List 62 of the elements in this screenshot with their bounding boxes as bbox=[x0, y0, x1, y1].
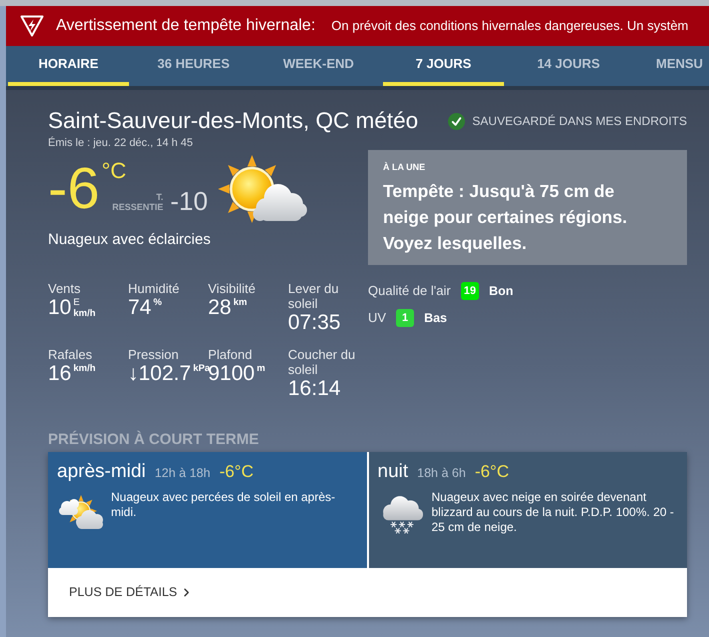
stat-label: Pression bbox=[128, 347, 180, 362]
temperature-unit: °C bbox=[102, 160, 126, 182]
index-rating: Bas bbox=[424, 310, 447, 327]
wind-direction: E bbox=[73, 298, 81, 308]
alert-message: On prévoit des conditions hivernales dangereuses. Un systèm bbox=[331, 17, 688, 36]
issued-date: Émis le : jeu. 22 déc., 14 h 45 bbox=[48, 137, 194, 150]
tab[interactable]: WEEK-END bbox=[258, 46, 379, 86]
stat-unit: % bbox=[153, 298, 162, 308]
period-time: 18h à 6h bbox=[417, 465, 466, 482]
index-label: UV bbox=[368, 309, 386, 328]
tab[interactable]: HORAIRE bbox=[8, 46, 129, 86]
tab[interactable]: 36 HEURES bbox=[133, 46, 254, 86]
index-badge: 1 bbox=[396, 309, 414, 327]
stat-label: Humidité bbox=[128, 281, 180, 296]
period-description: Nuageux avec neige en soirée devenant blizzard au cours de la nuit. P.D.P. 100%. 20 - 25 cm de neige. bbox=[432, 490, 675, 534]
index-rating: Bon bbox=[488, 282, 514, 300]
stat-unit: km bbox=[233, 298, 248, 308]
stat-unit: km/h bbox=[73, 308, 96, 319]
stat-value: 10 bbox=[48, 296, 72, 320]
tab[interactable]: MENSU bbox=[633, 46, 707, 86]
location-title: Saint-Sauveur-des-Monts, QC météo bbox=[48, 107, 418, 136]
tab[interactable]: 7 JOURS bbox=[383, 46, 504, 86]
stat-value: 9100 bbox=[208, 362, 255, 386]
stat-value: 74 bbox=[128, 296, 152, 320]
featured-card[interactable]: À LA UNE Tempête : Jusqu'à 75 cm de neige pour certaines régions. Voyez lesquelles. bbox=[368, 150, 687, 265]
alert-title: Avertissement de tempête hivernale: bbox=[56, 16, 316, 36]
period-time: 12h à 18h bbox=[154, 465, 210, 482]
snow-cloud-icon bbox=[380, 494, 422, 534]
sun-behind-cloud-icon bbox=[218, 155, 308, 223]
period-temperature: -6°C bbox=[219, 461, 254, 483]
stat-label: Plafond bbox=[208, 347, 254, 362]
saved-toggle-button[interactable]: SAUVEGARDÉ DANS MES ENDROITS bbox=[448, 112, 687, 130]
stat-value: 07:35 bbox=[288, 311, 341, 335]
stat-label: Visibilité bbox=[208, 281, 256, 296]
index-label: Qualité de l'air bbox=[368, 282, 451, 300]
condition-text: Nuageux avec éclaircies bbox=[48, 231, 212, 249]
period-temperature: -6°C bbox=[474, 461, 510, 483]
feels-like-label: T. RESSENTIE bbox=[112, 192, 164, 212]
featured-kicker: À LA UNE bbox=[383, 162, 426, 173]
stat-value: 16:14 bbox=[288, 377, 341, 401]
stat-label: Lever du soleil bbox=[288, 281, 340, 311]
featured-headline: Tempête : Jusqu'à 75 cm de neige pour certaines régions. Voyez lesquelles. bbox=[383, 180, 628, 255]
stat-label: Rafales bbox=[48, 347, 94, 362]
temperature-value: -6 bbox=[48, 160, 100, 218]
stat-value: ↓102.7 bbox=[128, 362, 192, 386]
stat-unit: km/h bbox=[73, 364, 96, 374]
period-description: Nuageux avec percées de soleil en après-midi. bbox=[111, 490, 336, 520]
feels-like-value: -10 bbox=[170, 187, 208, 215]
warning-icon bbox=[20, 15, 44, 37]
details-link[interactable]: PLUS DE DÉTAILS bbox=[69, 583, 194, 602]
stat-unit: kPa bbox=[193, 364, 210, 374]
stat-value: 16 bbox=[48, 362, 72, 386]
stat-label: Vents bbox=[48, 281, 82, 296]
stat-value: 28 bbox=[208, 296, 232, 320]
index-badge: 19 bbox=[460, 282, 479, 300]
stat-unit: m bbox=[256, 364, 266, 374]
sun-behind-cloud-icon bbox=[57, 494, 105, 532]
period-name: nuit bbox=[378, 460, 408, 484]
tab[interactable]: 14 JOURS bbox=[508, 46, 629, 86]
section-title: PRÉVISION À COURT TERME bbox=[48, 431, 259, 449]
stat-label: Coucher du soleil bbox=[288, 347, 356, 377]
period-name: après-midi bbox=[57, 460, 146, 484]
